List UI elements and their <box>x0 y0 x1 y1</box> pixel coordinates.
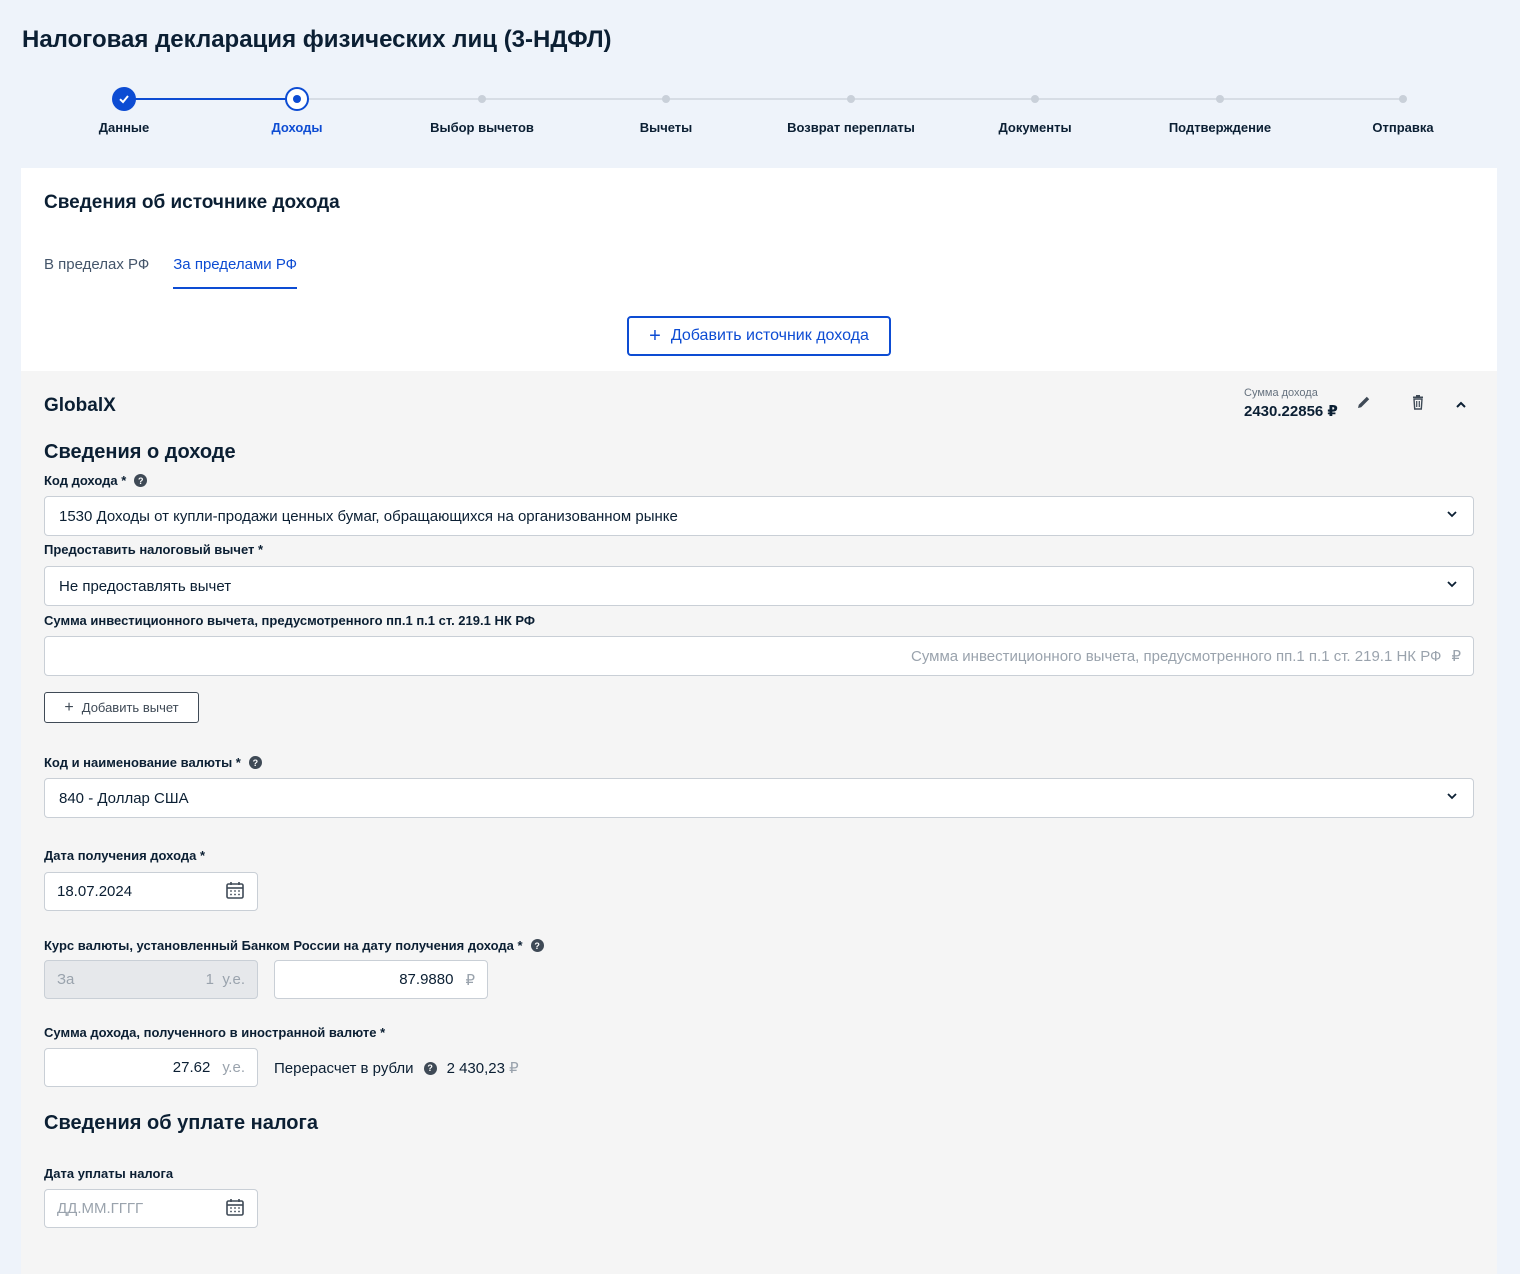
foreign-sum-label: Сумма дохода, полученного в иностранной … <box>44 1025 386 1040</box>
source-name: GlobalX <box>44 395 116 416</box>
step-label: Отправка <box>1372 120 1434 135</box>
tabs: В пределах РФ За пределами РФ <box>44 256 298 289</box>
step-dot <box>847 95 855 103</box>
deduction-value: Не предоставлять вычет <box>59 577 232 595</box>
rate-units-input: За 1 у.е. <box>44 960 258 999</box>
current-step-icon <box>285 87 309 111</box>
step-data[interactable]: Данные <box>34 80 214 135</box>
income-sum-value: 2430.22856 ₽ <box>1244 403 1338 420</box>
step-deductions[interactable]: Вычеты <box>576 80 756 135</box>
income-code-select[interactable]: 1530 Доходы от купли-продажи ценных бума… <box>44 496 1474 536</box>
income-code-label-text: Код дохода * <box>44 473 127 488</box>
plus-icon: + <box>64 698 74 716</box>
help-icon[interactable]: ? <box>423 1061 437 1075</box>
calendar-icon[interactable] <box>225 880 245 904</box>
step-dot <box>1399 95 1407 103</box>
currency-value: 840 - Доллар США <box>59 789 189 807</box>
chevron-down-icon <box>1445 789 1459 807</box>
tab-inside-russia[interactable]: В пределах РФ <box>44 256 149 289</box>
income-code-value: 1530 Доходы от купли-продажи ценных бума… <box>59 507 678 525</box>
step-confirmation[interactable]: Подтверждение <box>1130 80 1310 135</box>
step-income[interactable]: Доходы <box>207 80 387 135</box>
step-documents[interactable]: Документы <box>945 80 1125 135</box>
add-income-source-label: Добавить источник дохода <box>670 327 869 344</box>
rate-label: Курс валюты, установленный Банком России… <box>44 938 544 953</box>
income-date-label: Дата получения дохода * <box>44 848 206 863</box>
step-dot <box>478 95 486 103</box>
pencil-icon[interactable] <box>1353 391 1375 413</box>
ruble-suffix: ₽ <box>465 971 475 989</box>
income-sum: Сумма дохода 2430.22856 ₽ <box>1244 387 1338 420</box>
rate-units-value: 1 <box>205 971 214 988</box>
help-icon[interactable]: ? <box>530 939 544 952</box>
tax-date-label: Дата уплаты налога <box>44 1166 174 1181</box>
ruble-conversion: Перерасчет в рубли ? 2 430,23 ₽ <box>274 1059 519 1078</box>
income-date-input[interactable]: 18.07.2024 <box>44 872 258 911</box>
add-income-source-button[interactable]: + Добавить источник дохода <box>627 316 891 356</box>
trash-icon[interactable] <box>1407 391 1429 413</box>
income-sum-caption: Сумма дохода <box>1244 387 1318 399</box>
rate-units-suffix: у.е. <box>222 971 245 988</box>
step-dot <box>662 95 670 103</box>
page-title: Налоговая декларация физических лиц (3-Н… <box>22 26 612 53</box>
step-label: Данные <box>98 120 150 135</box>
calendar-icon[interactable] <box>225 1197 245 1221</box>
step-dot <box>1216 95 1224 103</box>
currency-label: Код и наименование валюты * ? <box>44 755 262 770</box>
chevron-up-icon[interactable] <box>1450 394 1472 416</box>
income-code-label: Код дохода * ? <box>44 473 148 488</box>
step-send[interactable]: Отправка <box>1313 80 1493 135</box>
step-deduction-choice[interactable]: Выбор вычетов <box>392 80 572 135</box>
check-icon <box>112 87 136 111</box>
income-date-value: 18.07.2024 <box>57 883 133 900</box>
tab-outside-russia[interactable]: За пределами РФ <box>173 256 298 289</box>
rate-value-input[interactable]: 87.9880 ₽ <box>274 960 488 999</box>
invest-deduction-placeholder: Сумма инвестиционного вычета, предусмотр… <box>910 647 1442 665</box>
deduction-select[interactable]: Не предоставлять вычет <box>44 566 1474 606</box>
foreign-sum-input[interactable]: 27.62 у.е. <box>44 1048 258 1087</box>
card-title: Сведения об источнике дохода <box>44 192 340 213</box>
step-label: Доходы <box>271 120 323 135</box>
currency-label-text: Код и наименование валюты * <box>44 755 241 770</box>
invest-deduction-input[interactable]: Сумма инвестиционного вычета, предусмотр… <box>44 636 1474 676</box>
add-deduction-button[interactable]: + Добавить вычет <box>44 692 199 723</box>
invest-deduction-label: Сумма инвестиционного вычета, предусмотр… <box>44 613 535 628</box>
chevron-down-icon <box>1445 507 1459 525</box>
step-label: Подтверждение <box>1168 120 1272 135</box>
income-source-block: GlobalX Сумма дохода 2430.22856 ₽ Сведен… <box>21 371 1497 1274</box>
step-label: Вычеты <box>639 120 693 135</box>
ruble-suffix: ₽ <box>509 1060 519 1077</box>
chevron-down-icon <box>1445 577 1459 595</box>
tax-section-title: Сведения об уплате налога <box>44 1112 318 1134</box>
tax-date-placeholder: ДД.ММ.ГГГГ <box>57 1200 144 1217</box>
step-refund[interactable]: Возврат переплаты <box>761 80 941 135</box>
foreign-sum-suffix: у.е. <box>222 1059 245 1076</box>
foreign-sum-value: 27.62 <box>172 1059 211 1076</box>
rate-label-text: Курс валюты, установленный Банком России… <box>44 938 523 953</box>
convert-label: Перерасчет в рубли <box>274 1059 414 1077</box>
income-source-card: Сведения об источнике дохода В пределах … <box>21 168 1497 1274</box>
rate-value: 87.9880 <box>399 971 454 988</box>
step-dot <box>1031 95 1039 103</box>
step-label: Выбор вычетов <box>430 120 534 135</box>
income-section-title: Сведения о доходе <box>44 441 236 463</box>
add-deduction-label: Добавить вычет <box>81 700 179 715</box>
ruble-suffix: ₽ <box>1451 648 1461 665</box>
rate-for-label: За <box>57 971 75 988</box>
stepper: Данные Доходы Выбор вычетов Вычеты Возвр… <box>0 80 1520 150</box>
tax-date-input[interactable]: ДД.ММ.ГГГГ <box>44 1189 258 1228</box>
deduction-label: Предоставить налоговый вычет * <box>44 542 264 557</box>
currency-select[interactable]: 840 - Доллар США <box>44 778 1474 818</box>
plus-icon: + <box>649 325 661 347</box>
step-label: Документы <box>998 120 1072 135</box>
help-icon[interactable]: ? <box>248 756 262 769</box>
convert-value: 2 430,23 <box>446 1060 505 1077</box>
help-icon[interactable]: ? <box>134 474 148 487</box>
step-label: Возврат переплаты <box>787 120 915 135</box>
